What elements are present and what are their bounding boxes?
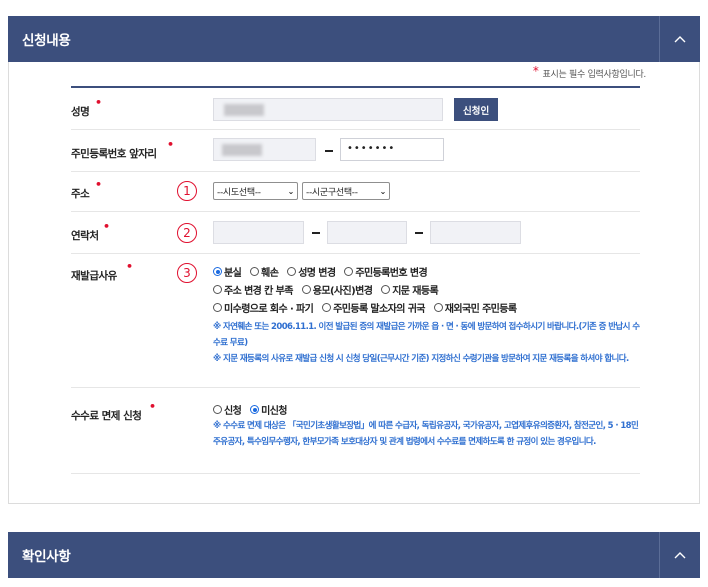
reason-option[interactable]: 주민등록번호 변경	[344, 264, 428, 279]
label-fee: 수수료 면제 신청 •	[71, 400, 156, 422]
sigungu-select[interactable]: --시군구선택-- ⌄	[302, 182, 390, 200]
dash	[312, 232, 320, 234]
reason-option[interactable]: 지문 재등록	[381, 282, 439, 297]
dash	[415, 232, 423, 234]
section-title: 신청내용	[22, 33, 71, 49]
radio-icon	[250, 267, 260, 276]
fee-note: ※ 수수료 면제 대상은 「국민기초생활보장법」에 따른 수급자, 독립유공자,…	[213, 421, 639, 447]
dash	[325, 150, 333, 152]
fee-options: 신청 미신청	[213, 402, 293, 417]
marker-2: 2	[177, 223, 197, 243]
row-rrn: 주민등록번호 앞자리 • •••••••	[71, 130, 640, 172]
radio-icon	[322, 303, 332, 312]
radio-icon	[213, 405, 222, 414]
label-contact: 연락처 •	[71, 220, 110, 242]
required-star: *	[532, 64, 539, 78]
applicant-button[interactable]: 신청인	[454, 98, 499, 121]
fee-option-apply[interactable]: 신청	[213, 402, 242, 417]
row-address: 주소 • 1 --시도선택-- ⌄ --시군구선택-- ⌄	[71, 172, 640, 212]
radio-icon	[213, 303, 222, 312]
reason-options-row2: 주소 변경 칸 부족 용모(사진)변경 지문 재등록	[213, 282, 444, 297]
section-header-application: 신청내용	[8, 16, 700, 62]
rrn-back-field[interactable]: •••••••	[340, 138, 444, 161]
radio-icon	[433, 303, 443, 312]
reason-option[interactable]: 훼손	[250, 264, 279, 279]
marker-1: 1	[177, 181, 197, 201]
reason-option[interactable]: 분실	[213, 264, 242, 279]
label-name: 성명 •	[71, 96, 102, 118]
reason-options-row3: 미수령으로 회수 · 파기 주민등록 말소자의 귀국 재외국민 주민등록	[213, 300, 522, 315]
reason-note-2: ※ 지문 재등록의 사유로 재발급 신청 시 신청 당일(근무시간 기준) 지정…	[213, 354, 629, 364]
reason-option[interactable]: 재외국민 주민등록	[433, 300, 517, 315]
reason-option[interactable]: 미수령으로 회수 · 파기	[213, 300, 314, 315]
collapse-toggle[interactable]	[659, 16, 700, 62]
marker-3: 3	[177, 263, 197, 283]
sido-select[interactable]: --시도선택-- ⌄	[213, 182, 298, 200]
radio-icon	[287, 267, 297, 276]
label-reason: 재발급사유 •	[71, 260, 133, 282]
radio-checked-icon	[213, 267, 222, 276]
reason-option[interactable]: 주소 변경 칸 부족	[213, 282, 293, 297]
reason-note-1: ※ 자연훼손 또는 2006.11.1. 이전 발급된 증의 재발급은 가까운 …	[213, 322, 640, 348]
radio-checked-icon	[250, 405, 260, 414]
radio-icon	[344, 267, 354, 276]
phone-part2-field[interactable]	[327, 221, 407, 244]
fee-option-not-apply[interactable]: 미신청	[250, 402, 288, 417]
label-rrn: 주민등록번호 앞자리 •	[71, 138, 174, 160]
section-header-confirmation: 확인사항	[8, 532, 700, 578]
required-note: * 표시는 필수 입력사항입니다.	[532, 64, 646, 80]
radio-icon	[381, 285, 391, 294]
name-field[interactable]	[213, 98, 443, 121]
reason-option[interactable]: 주민등록 말소자의 귀국	[322, 300, 426, 315]
reason-options-row1: 분실 훼손 성명 변경 주민등록번호 변경	[213, 264, 433, 279]
phone-part3-field[interactable]	[430, 221, 521, 244]
radio-icon	[213, 285, 222, 294]
reason-option[interactable]: 성명 변경	[287, 264, 336, 279]
rrn-front-field[interactable]	[213, 138, 316, 161]
collapse-toggle[interactable]	[659, 532, 700, 578]
reason-option[interactable]: 용모(사진)변경	[301, 282, 373, 297]
row-reissue-reason: 재발급사유 • 3 분실 훼손 성명 변경 주민등록번호 변경 주소 변경 칸 부…	[71, 254, 640, 388]
chevron-up-icon	[674, 552, 686, 559]
section-title: 확인사항	[22, 549, 71, 565]
chevron-up-icon	[674, 36, 686, 43]
label-address: 주소 •	[71, 178, 102, 200]
row-contact: 연락처 • 2	[71, 212, 640, 254]
radio-icon	[301, 285, 311, 294]
phone-part1-field[interactable]	[213, 221, 304, 244]
row-fee-exemption: 수수료 면제 신청 • 신청 미신청 ※ 수수료 면제 대상은 「국민기초생활보장…	[71, 388, 640, 474]
row-name: 성명 • 신청인	[71, 88, 640, 130]
